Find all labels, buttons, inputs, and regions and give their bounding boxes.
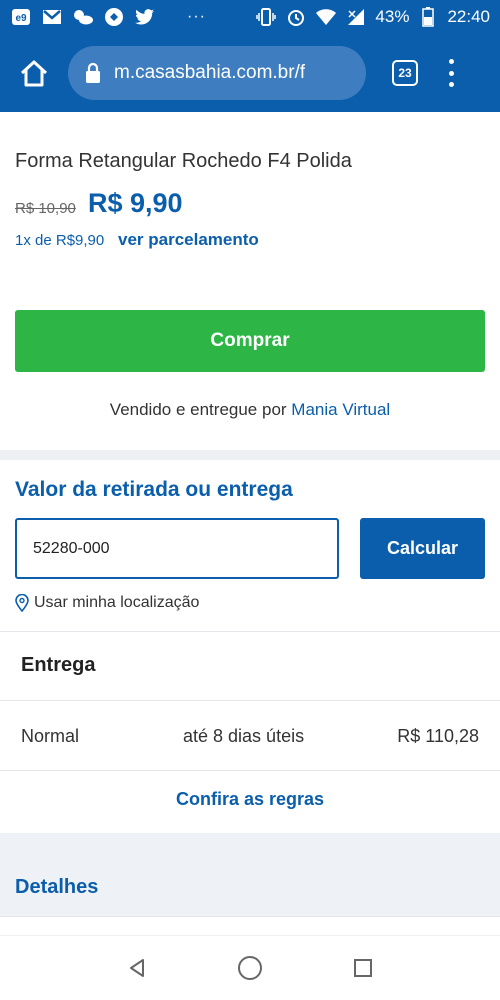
status-bar: e9 ··· 43% 22:40: [0, 0, 500, 34]
seller-link[interactable]: Mania Virtual: [291, 400, 390, 419]
seller-prefix: Vendido e entregue por: [109, 400, 287, 419]
browser-menu-button[interactable]: [446, 59, 456, 87]
system-nav-bar: [0, 935, 500, 1000]
battery-icon: [417, 7, 439, 27]
back-button[interactable]: [122, 953, 152, 983]
home-nav-button[interactable]: [235, 953, 265, 983]
product-title: Forma Retangular Rochedo F4 Polida: [15, 150, 352, 172]
delivery-section-title: Entrega: [21, 654, 96, 676]
divider: [0, 700, 500, 701]
alarm-icon: [285, 7, 307, 27]
use-location-label: Usar minha localização: [34, 594, 200, 611]
notification-icons: e9 ···: [10, 7, 206, 27]
menu-dot-icon: [448, 59, 454, 64]
signal-icon: [345, 7, 367, 27]
menu-dot-icon: [448, 82, 454, 87]
delivery-heading: Valor da retirada ou entrega: [15, 478, 293, 501]
browser-toolbar: m.casasbahia.com.br/f 23: [0, 34, 500, 112]
vibrate-icon: [255, 7, 277, 27]
url-text: m.casasbahia.com.br/f: [114, 62, 306, 83]
details-card: [0, 916, 500, 936]
use-location-link[interactable]: Usar minha localização: [15, 594, 199, 612]
address-bar[interactable]: m.casasbahia.com.br/f: [68, 46, 366, 100]
system-indicators: 43% 22:40: [255, 7, 490, 27]
buy-button[interactable]: Comprar: [15, 310, 485, 372]
cep-input[interactable]: [15, 518, 339, 579]
installment-link[interactable]: ver parcelamento: [118, 230, 259, 250]
divider: [0, 631, 500, 632]
tabs-button[interactable]: 23: [392, 60, 418, 86]
lock-icon: [86, 62, 100, 83]
details-heading: Detalhes: [15, 876, 99, 898]
delivery-time: até 8 dias úteis: [183, 726, 305, 746]
product-summary: Forma Retangular Rochedo F4 Polida R$ 10…: [0, 112, 500, 450]
old-price: R$ 10,90: [15, 200, 76, 217]
installment-text: 1x de R$9,90: [15, 232, 105, 249]
location-pin-icon: [15, 594, 29, 612]
delivery-price: R$ 110,28: [397, 726, 479, 746]
clock: 22:40: [447, 7, 490, 26]
current-price: R$ 9,90: [88, 188, 183, 218]
menu-dot-icon: [448, 70, 454, 76]
section-divider: [0, 450, 500, 460]
home-circle-icon: [237, 956, 262, 980]
seller-info: Vendido e entregue por Mania Virtual: [0, 400, 500, 420]
more-notifications-indicator: ···: [187, 8, 206, 25]
divider: [0, 770, 500, 771]
delivery-type: Normal: [21, 726, 80, 746]
home-button[interactable]: [14, 53, 54, 93]
app-notification-icon: e9: [10, 7, 32, 27]
rules-link[interactable]: Confira as regras: [0, 789, 500, 810]
battery-percent: 43%: [375, 7, 410, 26]
weather-icon: [72, 7, 94, 27]
recents-button[interactable]: [348, 953, 378, 983]
twitter-icon: [134, 7, 156, 27]
calculate-button[interactable]: Calcular: [360, 518, 485, 579]
recents-square-icon: [354, 959, 373, 977]
sync-icon: [103, 7, 125, 27]
back-triangle-icon: [129, 959, 144, 977]
svg-text:e9: e9: [15, 13, 27, 24]
home-icon: [20, 60, 48, 87]
wifi-icon: [315, 7, 337, 27]
gmail-icon: [41, 7, 63, 27]
